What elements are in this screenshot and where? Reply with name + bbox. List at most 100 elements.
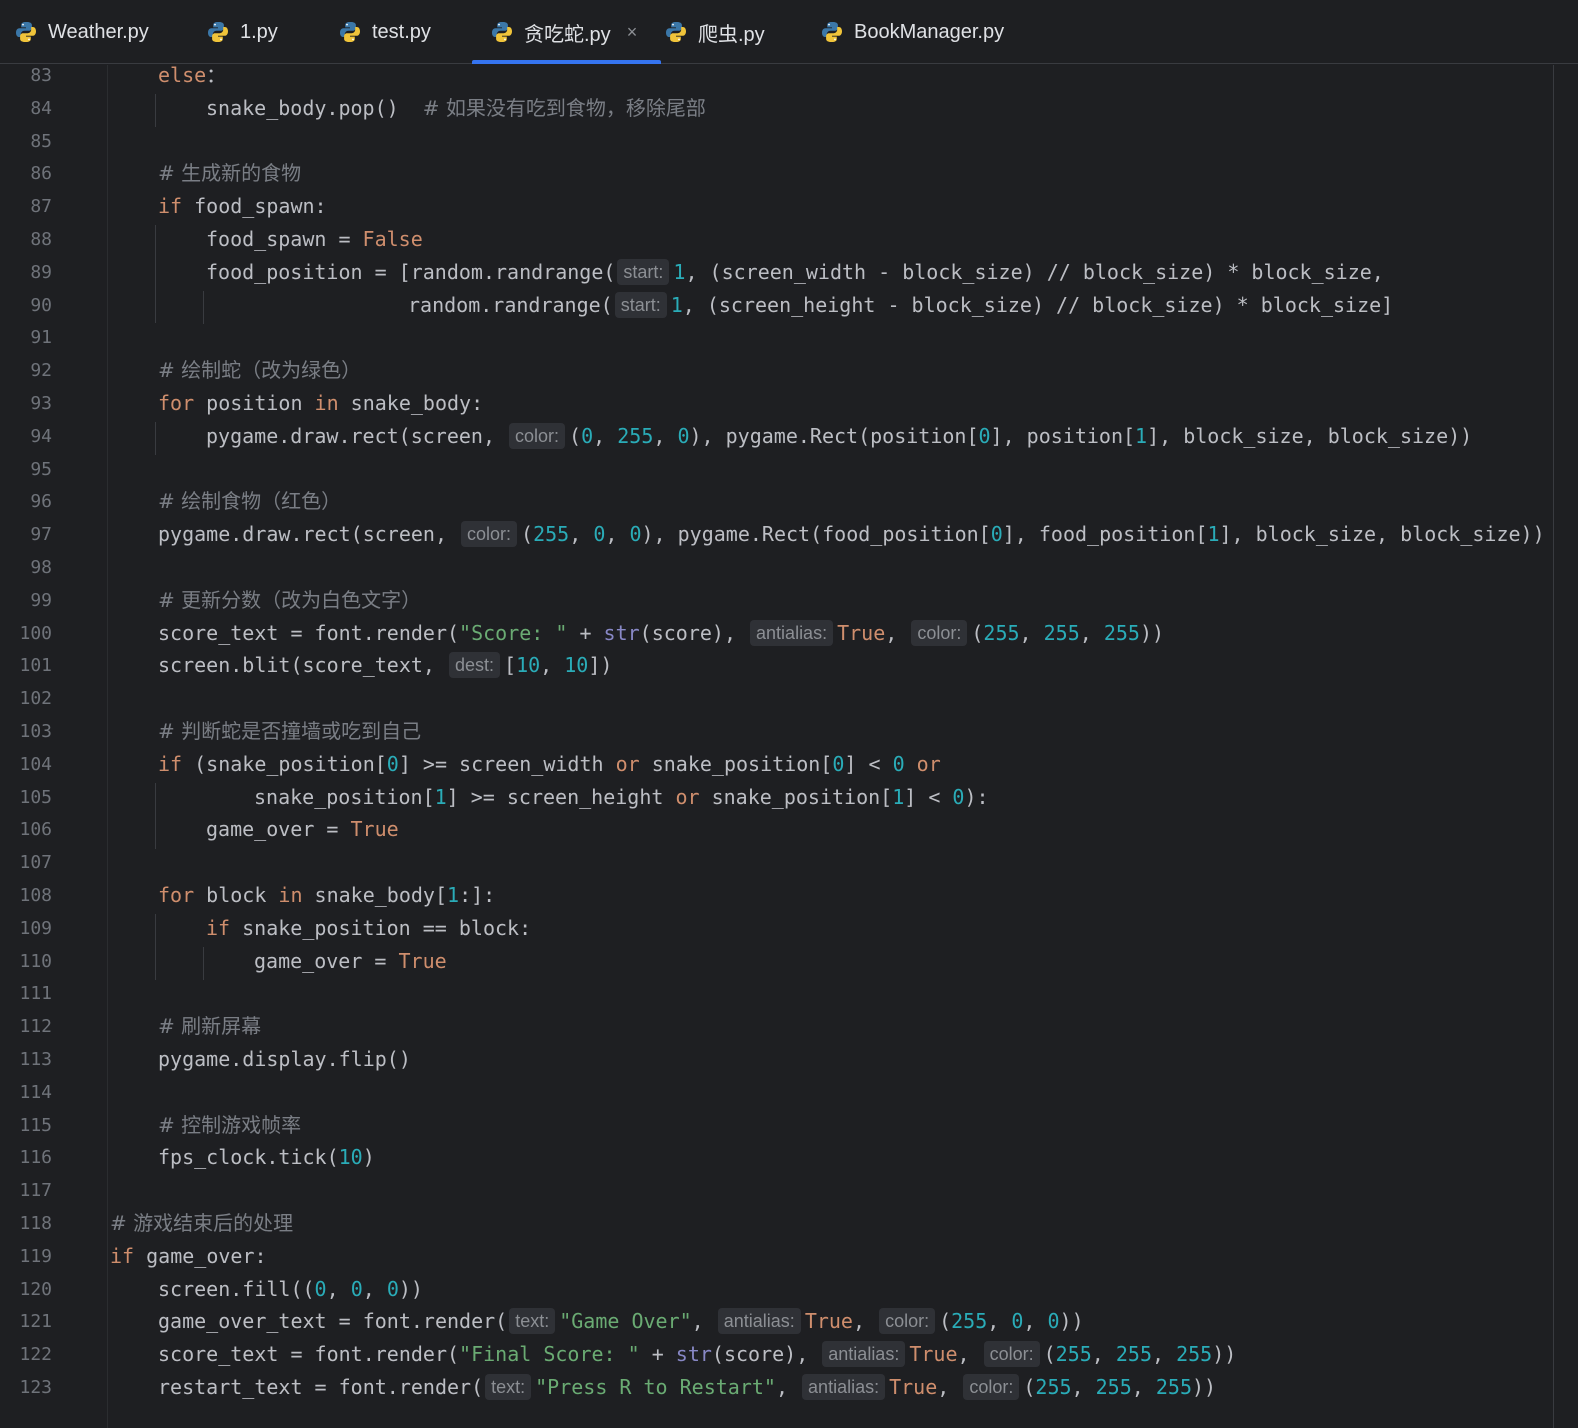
- code-token: ] >= screen_width: [398, 752, 616, 776]
- code-line: snake_body.pop() # 如果没有吃到食物，移除尾部: [206, 92, 706, 125]
- code-area[interactable]: else： snake_body.pop() # 如果没有吃到食物，移除尾部 # 生…: [0, 65, 1578, 1428]
- indent-guide: [155, 783, 156, 849]
- tab-label: 贪吃蛇.py: [524, 23, 611, 46]
- code-line: if food_spawn:: [158, 190, 327, 223]
- tab-0[interactable]: Weather.py: [14, 0, 149, 64]
- keyword-token: True: [804, 1309, 853, 1333]
- code-token: (: [569, 424, 582, 448]
- code-line: # 刷新屏幕: [158, 1010, 261, 1043]
- code-line: screen.blit(score_text, dest: [10, 10]): [158, 649, 612, 682]
- vertical-scrollbar-track[interactable]: [1553, 65, 1554, 1428]
- keyword-token: or: [615, 752, 640, 776]
- code-token: ), pygame.Rect(food_position[: [641, 522, 991, 546]
- number-token: 1: [673, 260, 686, 284]
- code-token: food_spawn:: [182, 194, 327, 218]
- code-line: random.randrange(start: 1, (screen_height…: [408, 289, 1393, 322]
- indent-guide: [155, 914, 156, 980]
- keyword-token: or: [675, 785, 700, 809]
- number-token: 255: [1103, 621, 1140, 645]
- number-token: 1: [434, 785, 447, 809]
- code-token: ] >= screen_height: [446, 785, 676, 809]
- comment-token: # 如果没有吃到食物，移除尾部: [422, 96, 706, 120]
- tab-4[interactable]: 爬虫.py: [664, 0, 765, 64]
- number-token: 0: [386, 752, 399, 776]
- code-token: ] <: [844, 752, 893, 776]
- code-line: # 绘制食物（红色）: [158, 485, 341, 518]
- code-token: snake_body.pop(): [206, 96, 423, 120]
- code-token: ,: [1079, 621, 1104, 645]
- code-token: score_text = font.render(: [158, 621, 460, 645]
- keyword-token: else: [158, 65, 207, 87]
- tab-5[interactable]: BookManager.py: [820, 0, 1004, 64]
- code-token: ], block_size, block_size)): [1147, 424, 1473, 448]
- code-token: ,: [1071, 1375, 1096, 1399]
- code-line: game_over = True: [254, 945, 447, 978]
- code-line: fps_clock.tick(10): [158, 1141, 375, 1174]
- number-token: 255: [1095, 1375, 1132, 1399]
- code-token: ,: [569, 522, 594, 546]
- string-token: "Game Over": [559, 1309, 692, 1333]
- keyword-token: True: [398, 949, 447, 973]
- number-token: 255: [1035, 1375, 1072, 1399]
- string-token: "Final Score: ": [459, 1342, 640, 1366]
- code-line: # 控制游戏帧率: [158, 1109, 301, 1142]
- code-token: (: [1043, 1342, 1056, 1366]
- string-token: "Score: ": [459, 621, 568, 645]
- code-token: screen.blit(score_text,: [158, 653, 447, 677]
- code-token: (snake_position[: [182, 752, 387, 776]
- code-token: )): [1059, 1309, 1084, 1333]
- code-token: ,: [852, 1309, 878, 1333]
- number-token: 0: [593, 522, 606, 546]
- parameter-hint: color:: [879, 1308, 936, 1334]
- keyword-token: if: [206, 916, 231, 940]
- code-line: if snake_position == block:: [206, 912, 531, 945]
- code-token: ,: [937, 1375, 962, 1399]
- parameter-hint: text:: [485, 1374, 532, 1400]
- code-token: restart_text = font.render(: [158, 1375, 484, 1399]
- number-token: 0: [990, 522, 1003, 546]
- number-token: 10: [516, 653, 541, 677]
- code-token: ,: [605, 522, 630, 546]
- number-token: 255: [1176, 1342, 1213, 1366]
- code-token: snake_position == block:: [230, 916, 532, 940]
- indent-guide: [155, 225, 156, 323]
- code-token: , (screen_height - block_size) // block_…: [682, 293, 1394, 317]
- tab-1[interactable]: 1.py: [206, 0, 278, 64]
- code-line: for block in snake_body[1:]:: [158, 879, 495, 912]
- code-line: restart_text = font.render(text: "Press R…: [158, 1371, 1216, 1404]
- number-token: 0: [832, 752, 845, 776]
- code-token: :]:: [459, 883, 496, 907]
- code-line: # 更新分数（改为白色文字）: [158, 584, 421, 617]
- code-token: )): [1139, 621, 1165, 645]
- parameter-hint: start:: [617, 259, 670, 285]
- number-token: 10: [564, 653, 589, 677]
- code-token: )): [1191, 1375, 1217, 1399]
- code-token: ,: [362, 1277, 387, 1301]
- number-token: 255: [1115, 1342, 1152, 1366]
- indent-guide: [203, 291, 204, 324]
- number-token: 1: [1135, 424, 1148, 448]
- parameter-hint: text:: [509, 1308, 556, 1334]
- code-token: ,: [1023, 1309, 1048, 1333]
- code-token: ,: [691, 1309, 716, 1333]
- tab-3[interactable]: 贪吃蛇.py ×: [472, 0, 662, 64]
- code-line: if (snake_position[0] >= screen_width or…: [158, 748, 941, 781]
- number-token: 255: [1155, 1375, 1192, 1399]
- code-line: game_over_text = font.render(text: "Game …: [158, 1305, 1084, 1338]
- code-token: ):: [964, 785, 989, 809]
- code-line: food_spawn = False: [206, 223, 423, 256]
- keyword-token: in: [314, 391, 339, 415]
- comment-token: # 判断蛇是否撞墙或吃到自己: [158, 719, 422, 743]
- tab-2[interactable]: test.py: [338, 0, 431, 64]
- code-token: ,: [1019, 621, 1044, 645]
- code-token: ,: [1152, 1342, 1177, 1366]
- code-editor[interactable]: 83 84 85 86 87 88 89 90 91 92 93 94 95 96 97 98 99 100 101…: [0, 65, 1578, 1428]
- builtin-token: str: [603, 621, 640, 645]
- code-token: )): [398, 1277, 423, 1301]
- indent-guide: [203, 947, 204, 980]
- close-tab-icon[interactable]: ×: [627, 22, 638, 43]
- code-token: ] <: [904, 785, 953, 809]
- parameter-hint: antialias:: [750, 620, 834, 646]
- number-token: 255: [983, 621, 1020, 645]
- number-token: 1: [447, 883, 460, 907]
